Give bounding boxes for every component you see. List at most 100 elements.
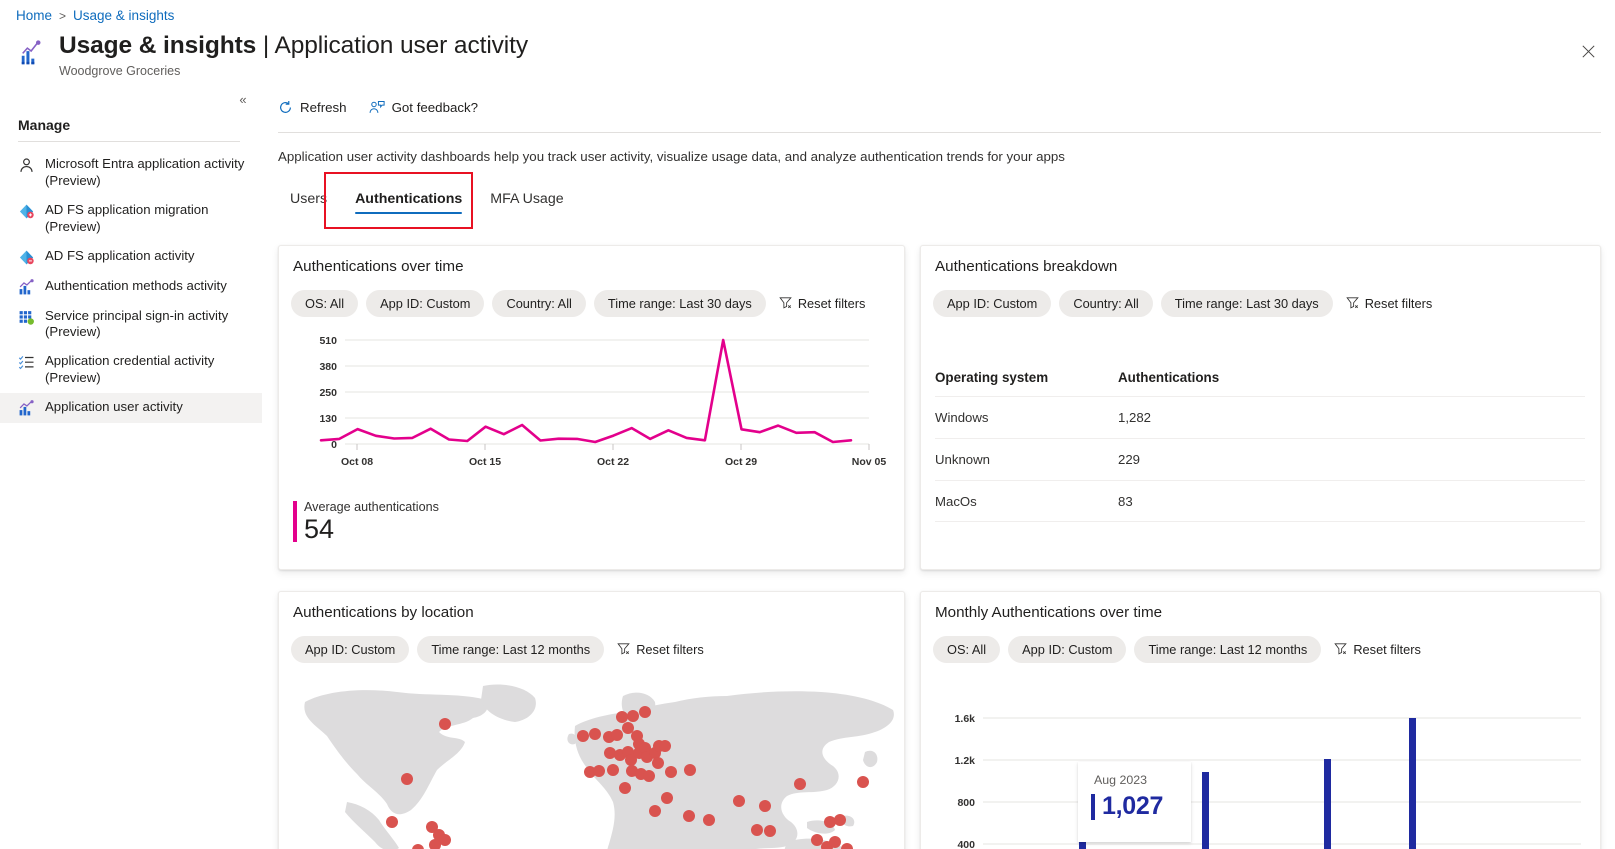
reset-filters-button[interactable]: Reset filters (617, 642, 704, 658)
svg-text:Oct 08: Oct 08 (341, 456, 373, 468)
reset-filters-button[interactable]: Reset filters (779, 296, 866, 312)
reset-filters-button[interactable]: Reset filters (1346, 296, 1433, 312)
command-bar-divider (278, 132, 1601, 133)
table-row[interactable]: MacOs 83 (935, 480, 1585, 522)
filter-pill-time-range[interactable]: Time range: Last 30 days (594, 290, 766, 317)
svg-text:1.2k: 1.2k (955, 755, 976, 767)
breadcrumb-current[interactable]: Usage & insights (73, 8, 174, 23)
sidebar-item-adfs-application-activity[interactable]: AD FS application activity (0, 242, 262, 272)
person-icon (18, 157, 35, 174)
sidebar-nav: Microsoft Entra application activity (Pr… (0, 150, 262, 423)
svg-text:Oct 15: Oct 15 (469, 456, 501, 468)
filter-pill-country[interactable]: Country: All (1059, 290, 1152, 317)
tenant-name: Woodgrove Groceries (59, 64, 528, 78)
card-title: Authentications by location (293, 604, 474, 621)
sidebar: « Manage Microsoft Entra application act… (0, 88, 262, 849)
sidebar-item-label: Application user activity (45, 399, 183, 416)
filter-pill-time-range[interactable]: Time range: Last 30 days (1161, 290, 1333, 317)
page-description: Application user activity dashboards hel… (278, 149, 1065, 164)
funnel-reset-icon (617, 642, 630, 658)
filter-pill-country[interactable]: Country: All (492, 290, 585, 317)
breadcrumb-home[interactable]: Home (16, 8, 52, 23)
filter-pill-group: App ID: Custom Time range: Last 12 month… (291, 636, 704, 663)
refresh-label: Refresh (300, 100, 347, 115)
usage-insights-icon (18, 37, 48, 67)
column-header-authentications[interactable]: Authentications (1118, 370, 1318, 385)
filter-pill-os[interactable]: OS: All (933, 636, 1000, 663)
adfs-activity-icon (18, 249, 35, 266)
cell-operating-system: MacOs (935, 494, 1118, 509)
cell-operating-system: Windows (935, 410, 1118, 425)
chart-tooltip: Aug 2023 1,027 (1078, 762, 1191, 842)
filter-pill-app-id[interactable]: App ID: Custom (933, 290, 1051, 317)
page-title: Usage & insights | Application user acti… (59, 32, 528, 61)
svg-text:1.6k: 1.6k (955, 713, 976, 725)
table-row[interactable]: Unknown 229 (935, 438, 1585, 480)
sidebar-item-application-user-activity[interactable]: Application user activity (0, 393, 262, 423)
sidebar-item-label: AD FS application activity (45, 248, 195, 265)
breadcrumb: Home > Usage & insights (16, 8, 174, 23)
feedback-person-icon (369, 100, 385, 115)
card-title: Monthly Authentications over time (935, 604, 1162, 621)
filter-pill-time-range[interactable]: Time range: Last 12 months (1134, 636, 1321, 663)
reset-filters-label: Reset filters (1353, 642, 1421, 657)
got-feedback-button[interactable]: Got feedback? (369, 100, 479, 115)
collapse-sidebar-icon[interactable]: « (232, 88, 254, 110)
tooltip-date: Aug 2023 (1094, 773, 1191, 787)
reset-filters-label: Reset filters (636, 642, 704, 657)
reset-filters-label: Reset filters (1365, 296, 1433, 311)
filter-pill-os[interactable]: OS: All (291, 290, 358, 317)
table-header-row: Operating system Authentications (935, 358, 1585, 396)
column-header-operating-system[interactable]: Operating system (935, 370, 1118, 385)
command-bar: Refresh Got feedback? (278, 100, 478, 115)
filter-pill-app-id[interactable]: App ID: Custom (366, 290, 484, 317)
card-authentications-over-time: Authentications over time OS: All App ID… (278, 245, 905, 570)
sidebar-item-adfs-application-migration[interactable]: AD FS application migration (Preview) (0, 196, 262, 242)
sidebar-item-application-credential-activity[interactable]: Application credential activity (Preview… (0, 347, 262, 393)
svg-text:0: 0 (331, 439, 337, 451)
checklist-icon (18, 354, 35, 371)
bar-chart-monthly-authentications[interactable]: 1.6k 1.2k 800 400 Aug 2023 1,027 (929, 674, 1595, 849)
refresh-button[interactable]: Refresh (278, 100, 347, 115)
filter-pill-app-id[interactable]: App ID: Custom (1008, 636, 1126, 663)
chart-bars-icon (18, 400, 35, 417)
chart-bars-icon (18, 279, 35, 296)
sidebar-item-label: AD FS application migration (Preview) (45, 202, 208, 236)
page-header: Usage & insights | Application user acti… (18, 32, 528, 78)
svg-text:Oct 29: Oct 29 (725, 456, 757, 468)
table-authentications-breakdown: Operating system Authentications Windows… (935, 358, 1585, 522)
svg-text:510: 510 (319, 335, 337, 347)
sidebar-item-label: Application credential activity (Preview… (45, 353, 214, 387)
refresh-icon (278, 100, 293, 115)
kpi-value: 54 (304, 515, 439, 543)
feedback-label: Got feedback? (392, 100, 479, 115)
filter-pill-app-id[interactable]: App ID: Custom (291, 636, 409, 663)
sidebar-item-service-principal-signin-activity[interactable]: Service principal sign-in activity (Prev… (0, 302, 262, 348)
close-icon[interactable] (1573, 36, 1603, 66)
card-title: Authentications over time (293, 258, 464, 275)
svg-text:380: 380 (319, 361, 337, 373)
line-chart-authentications-over-time[interactable]: 510 380 250 130 0 Oct 08 Oct 15 (289, 326, 889, 501)
reset-filters-button[interactable]: Reset filters (1334, 642, 1421, 658)
tab-authentications[interactable]: Authentications (341, 183, 476, 220)
filter-pill-time-range[interactable]: Time range: Last 12 months (417, 636, 604, 663)
cell-authentications: 1,282 (1118, 410, 1318, 425)
main-content: Refresh Got feedback? Application user a… (262, 88, 1615, 849)
tab-mfa-usage[interactable]: MFA Usage (476, 183, 577, 220)
cell-authentications: 229 (1118, 452, 1318, 467)
adfs-migration-icon (18, 203, 35, 220)
sidebar-item-authentication-methods-activity[interactable]: Authentication methods activity (0, 272, 262, 302)
svg-text:Nov 05: Nov 05 (852, 456, 887, 468)
table-row[interactable]: Windows 1,282 (935, 396, 1585, 438)
sidebar-item-entra-application-activity[interactable]: Microsoft Entra application activity (Pr… (0, 150, 262, 196)
card-monthly-authentications-over-time: Monthly Authentications over time OS: Al… (920, 591, 1601, 849)
sidebar-item-label: Authentication methods activity (45, 278, 227, 295)
filter-pill-group: App ID: Custom Country: All Time range: … (933, 290, 1432, 317)
svg-text:130: 130 (319, 413, 337, 425)
funnel-reset-icon (779, 296, 792, 312)
world-map-authentications[interactable] (287, 674, 899, 849)
tab-list: Users Authentications MFA Usage (276, 183, 578, 220)
tab-users[interactable]: Users (276, 183, 341, 220)
svg-text:Oct 22: Oct 22 (597, 456, 629, 468)
cell-authentications: 83 (1118, 494, 1318, 509)
